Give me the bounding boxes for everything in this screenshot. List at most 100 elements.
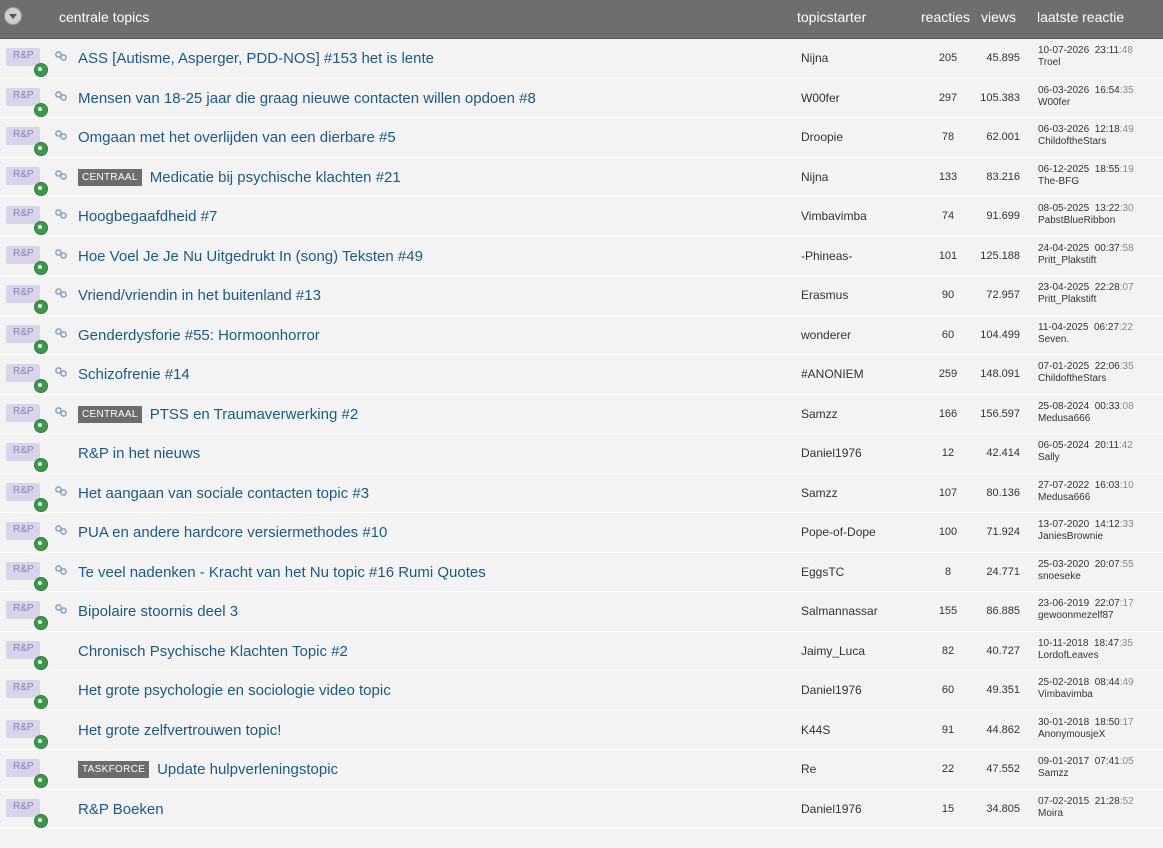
last-reply-user[interactable]: ChildoftheStars xyxy=(1038,373,1106,384)
topic-row[interactable]: R&P TASKFORCE Update hulpverleningstopic Re… xyxy=(0,750,1163,790)
collapse-toggle-icon[interactable] xyxy=(4,7,22,25)
category-icon[interactable]: R&P xyxy=(6,561,48,591)
topic-title-link[interactable]: R&P in het nieuws xyxy=(78,445,200,462)
last-reply[interactable]: 13-07-2020 14:12:33 JaniesBrownie xyxy=(1038,519,1134,543)
topic-starter[interactable]: Vimbavimba xyxy=(801,209,867,223)
topic-title-link[interactable]: Mensen van 18-25 jaar die graag nieuwe c… xyxy=(78,90,536,107)
topic-row[interactable]: R&P Het grote psychologie en sociologie v… xyxy=(0,671,1163,711)
last-reply-user[interactable]: ChildoftheStars xyxy=(1038,136,1106,147)
category-icon[interactable]: R&P xyxy=(6,640,48,670)
topic-title-link[interactable]: Omgaan met het overlijden van een dierba… xyxy=(78,129,396,146)
category-icon[interactable]: R&P xyxy=(6,48,48,77)
topic-starter[interactable]: Jaimy_Luca xyxy=(801,644,865,658)
last-reply[interactable]: 23-06-2019 22:07:17 gewoonmezelf87 xyxy=(1038,598,1134,622)
topic-title-link[interactable]: PUA en andere hardcore versiermethodes #… xyxy=(78,524,387,541)
last-reply[interactable]: 10-11-2018 18:47:35 LordofLeaves xyxy=(1038,638,1133,662)
last-reply[interactable]: 08-05-2025 13:22:30 PabstBlueRibbon xyxy=(1038,203,1134,227)
topic-row[interactable]: R&P Bipolaire stoornis deel 3 Salmannassar… xyxy=(0,592,1163,632)
topic-title-link[interactable]: R&P Boeken xyxy=(78,801,164,818)
topic-starter[interactable]: EggsTC xyxy=(801,565,844,579)
topic-row[interactable]: R&P PUA en andere hardcore versiermethode… xyxy=(0,513,1163,553)
topic-row[interactable]: R&P CENTRAAL Medicatie bij psychische klac… xyxy=(0,157,1163,197)
last-reply[interactable]: 10-07-2026 23:11:48 Troel xyxy=(1038,45,1133,69)
column-header-last-reply[interactable]: laatste reactie xyxy=(1037,9,1124,25)
topic-title-link[interactable]: ASS [Autisme, Asperger, PDD-NOS] #153 he… xyxy=(78,50,434,67)
topic-starter[interactable]: Daniel1976 xyxy=(801,683,862,697)
topic-title-link[interactable]: Vriend/vriendin in het buitenland #13 xyxy=(78,287,321,304)
last-reply[interactable]: 06-05-2024 20:11:42 Sally xyxy=(1038,440,1133,464)
category-icon[interactable]: R&P xyxy=(6,403,48,433)
category-icon[interactable]: R&P xyxy=(6,601,48,630)
last-reply-user[interactable]: JaniesBrownie xyxy=(1038,531,1103,542)
last-reply[interactable]: 23-04-2025 22:28:07 Pritt_Plakstift xyxy=(1038,282,1134,306)
topic-title-link[interactable]: Bipolaire stoornis deel 3 xyxy=(78,603,238,620)
last-reply[interactable]: 25-03-2020 20:07:55 snoeseke xyxy=(1038,559,1134,583)
topic-starter[interactable]: Re xyxy=(801,762,816,776)
last-reply[interactable]: 07-02-2015 21:28:52 Moira xyxy=(1038,796,1134,820)
last-reply[interactable]: 25-02-2018 08:44:49 Vimbavimba xyxy=(1038,677,1134,701)
last-reply[interactable]: 06-03-2026 16:54:35 W00fer xyxy=(1038,85,1134,109)
topic-row[interactable]: R&P Chronisch Psychische Klachten Topic #… xyxy=(0,631,1163,671)
topic-row[interactable]: R&P ASS [Autisme, Asperger, PDD-NOS] #153… xyxy=(0,39,1163,79)
category-icon[interactable]: R&P xyxy=(6,87,48,117)
topic-starter[interactable]: #ANONIEM xyxy=(801,367,864,381)
category-icon[interactable]: R&P xyxy=(6,482,48,512)
last-reply[interactable]: 09-01-2017 07:41:05 Samzz xyxy=(1038,756,1134,780)
topic-starter[interactable]: -Phineas- xyxy=(801,249,852,263)
last-reply-user[interactable]: Medusa666 xyxy=(1038,413,1090,424)
category-icon[interactable]: R&P xyxy=(6,166,48,196)
topic-row[interactable]: R&P Hoogbegaafdheid #7 Vimbavimba 74 91.699 0… xyxy=(0,197,1163,237)
column-header-reacties[interactable]: reacties xyxy=(921,9,970,25)
last-reply-user[interactable]: snoeseke xyxy=(1038,571,1081,582)
topic-row[interactable]: R&P Te veel nadenken - Kracht van het Nu … xyxy=(0,552,1163,592)
last-reply-user[interactable]: Vimbavimba xyxy=(1038,689,1093,700)
topic-title-link[interactable]: Chronisch Psychische Klachten Topic #2 xyxy=(78,643,348,660)
topic-title-link[interactable]: Te veel nadenken - Kracht van het Nu top… xyxy=(78,564,486,581)
last-reply-user[interactable]: Seven. xyxy=(1038,334,1069,345)
last-reply-user[interactable]: Medusa666 xyxy=(1038,492,1090,503)
topic-starter[interactable]: Droopie xyxy=(801,130,843,144)
last-reply[interactable]: 27-07-2022 16:03:10 Medusa666 xyxy=(1038,480,1134,504)
last-reply-user[interactable]: Pritt_Plakstift xyxy=(1038,255,1096,266)
last-reply[interactable]: 06-12-2025 18:55:19 The-BFG xyxy=(1038,164,1134,188)
category-icon[interactable]: R&P xyxy=(6,798,48,828)
last-reply-user[interactable]: W00fer xyxy=(1038,97,1070,108)
last-reply-user[interactable]: PabstBlueRibbon xyxy=(1038,215,1115,226)
category-icon[interactable]: R&P xyxy=(6,364,48,393)
topic-title-link[interactable]: Hoe Voel Je Je Nu Uitgedrukt In (song) T… xyxy=(78,248,423,265)
topic-title-link[interactable]: Het aangaan van sociale contacten topic … xyxy=(78,485,369,502)
topic-starter[interactable]: Daniel1976 xyxy=(801,446,862,460)
topic-row[interactable]: R&P Hoe Voel Je Je Nu Uitgedrukt In (song… xyxy=(0,236,1163,276)
category-icon[interactable]: R&P xyxy=(6,245,48,275)
last-reply[interactable]: 24-04-2025 00:37:58 Pritt_Plakstift xyxy=(1038,243,1134,267)
category-icon[interactable]: R&P xyxy=(6,127,48,156)
last-reply-user[interactable]: Pritt_Plakstift xyxy=(1038,294,1096,305)
topic-title-link[interactable]: Medicatie bij psychische klachten #21 xyxy=(150,169,401,186)
topic-starter[interactable]: Erasmus xyxy=(801,288,848,302)
last-reply-user[interactable]: The-BFG xyxy=(1038,176,1079,187)
topic-row[interactable]: R&P Vriend/vriendin in het buitenland #13… xyxy=(0,276,1163,316)
column-header-views[interactable]: views xyxy=(981,9,1016,25)
topic-row[interactable]: R&P Schizofrenie #14 #ANONIEM 259 148.091 07-… xyxy=(0,355,1163,395)
category-icon[interactable]: R&P xyxy=(6,443,48,472)
last-reply-user[interactable]: gewoonmezelf87 xyxy=(1038,610,1114,621)
category-icon[interactable]: R&P xyxy=(6,206,48,235)
topic-row[interactable]: R&P Mensen van 18-25 jaar die graag nieuw… xyxy=(0,78,1163,118)
topic-row[interactable]: R&P Genderdysforie #55: Hormoonhorror wond… xyxy=(0,315,1163,355)
topic-starter[interactable]: W00fer xyxy=(801,91,840,105)
column-header-starter[interactable]: topicstarter xyxy=(797,9,866,25)
topic-row[interactable]: R&P Omgaan met het overlijden van een die… xyxy=(0,118,1163,158)
topic-starter[interactable]: Nijna xyxy=(801,170,828,184)
category-icon[interactable]: R&P xyxy=(6,324,48,354)
topic-title-link[interactable]: Het grote zelfvertrouwen topic! xyxy=(78,722,281,739)
topic-row[interactable]: R&P Het aangaan van sociale contacten top… xyxy=(0,473,1163,513)
last-reply[interactable]: 30-01-2018 18:50:17 AnonymousjeX xyxy=(1038,717,1134,741)
category-icon[interactable]: R&P xyxy=(6,680,48,709)
topic-title-link[interactable]: Hoogbegaafdheid #7 xyxy=(78,208,217,225)
topic-title-link[interactable]: Het grote psychologie en sociologie vide… xyxy=(78,682,391,699)
last-reply-user[interactable]: Moira xyxy=(1038,808,1063,819)
topic-starter[interactable]: Daniel1976 xyxy=(801,802,862,816)
topic-title-link[interactable]: Update hulpverleningstopic xyxy=(157,761,338,778)
topic-starter[interactable]: Salmannassar xyxy=(801,604,878,618)
category-icon[interactable]: R&P xyxy=(6,719,48,749)
